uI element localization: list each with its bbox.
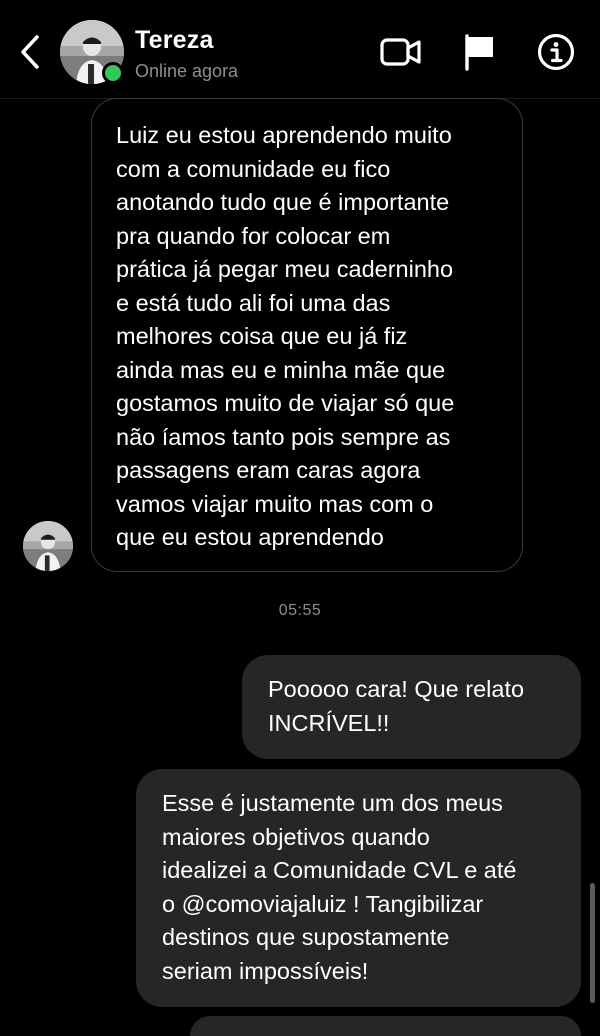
info-button[interactable] bbox=[534, 30, 578, 74]
message-timestamp: 05:55 bbox=[278, 602, 322, 619]
incoming-message-bubble[interactable]: Luiz eu estou aprendendo muito com a com… bbox=[91, 98, 523, 572]
back-button[interactable] bbox=[12, 30, 48, 74]
video-camera-icon bbox=[380, 38, 421, 66]
chat-header: Tereza Online agora bbox=[0, 0, 600, 99]
sender-avatar[interactable] bbox=[23, 521, 73, 571]
flag-icon bbox=[465, 34, 493, 71]
outgoing-message-bubble-partial[interactable] bbox=[190, 1016, 581, 1036]
report-button[interactable] bbox=[458, 30, 502, 74]
scrollbar[interactable] bbox=[590, 883, 595, 1003]
info-icon bbox=[537, 33, 575, 71]
video-call-button[interactable] bbox=[379, 30, 423, 74]
online-status-dot bbox=[102, 62, 124, 84]
outgoing-message-bubble[interactable]: Esse é justamente um dos meus maiores ob… bbox=[136, 769, 581, 1007]
contact-status: Online agora bbox=[135, 61, 239, 81]
contact-name[interactable]: Tereza bbox=[135, 26, 214, 55]
chevron-left-icon bbox=[21, 35, 39, 69]
avatar bbox=[23, 521, 73, 571]
contact-avatar[interactable] bbox=[60, 20, 124, 84]
outgoing-message-bubble[interactable]: Pooooo cara! Que relato INCRÍVEL!! bbox=[242, 655, 581, 759]
